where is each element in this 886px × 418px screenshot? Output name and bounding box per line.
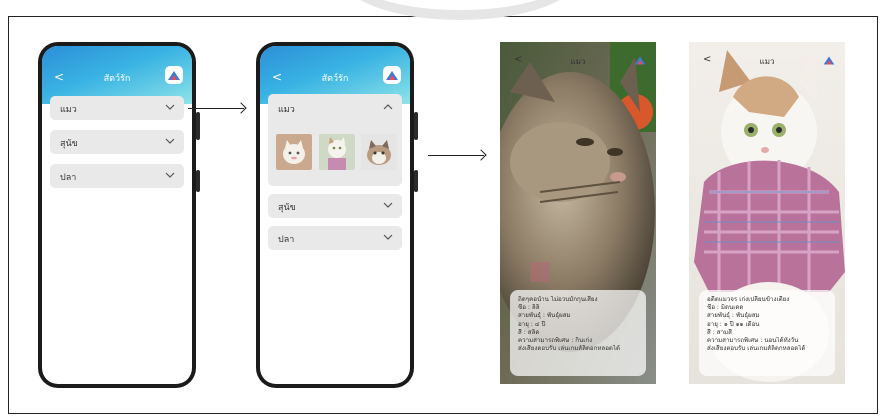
pet-detail-screen-1: < แมว ถิดๆคอนำน ไม่อวบมักกุนเสียง ชื่อ :… bbox=[500, 42, 656, 384]
category-label: แมว bbox=[278, 105, 295, 115]
pet-info-card: ถิดๆคอนำน ไม่อวบมักกุนเสียง ชื่อ : ลิลิ … bbox=[510, 290, 646, 376]
app-logo-icon[interactable] bbox=[821, 52, 837, 68]
phone-side-button bbox=[196, 170, 200, 192]
app-logo-icon[interactable] bbox=[383, 66, 401, 84]
flow-arrow-1 bbox=[188, 108, 244, 109]
chevron-down-icon bbox=[165, 138, 175, 144]
pet-breed: สายพันธุ์ : พันธุ์ผสม bbox=[707, 312, 760, 320]
phone-mockup-2: < สัตว์รัก แมว สุนัข ปลา bbox=[256, 42, 418, 388]
category-item-fish[interactable]: ปลา bbox=[268, 226, 402, 250]
pet-talent: ความสามารถพิเศษ : กินเก่ง bbox=[518, 337, 593, 345]
chevron-up-icon bbox=[383, 104, 393, 110]
cat-thumbnail[interactable] bbox=[319, 134, 355, 170]
cat-thumbnail[interactable] bbox=[276, 134, 312, 170]
category-item-dog[interactable]: สุนัข bbox=[50, 130, 184, 154]
category-list-screen: < สัตว์รัก แมว สุนัข ปลา bbox=[42, 46, 192, 384]
pet-talent: ความสามารถพิเศษ : นอนได้ทั้งวัน bbox=[707, 337, 799, 345]
pet-age: อายุ : ๑ ปี ๑๑ เดือน bbox=[707, 320, 760, 328]
pet-description: ถิดๆคอนำน ไม่อวบมักกุนเสียง bbox=[518, 296, 598, 303]
app-logo-icon[interactable] bbox=[632, 52, 648, 68]
chevron-down-icon bbox=[165, 172, 175, 178]
cat-thumbnail[interactable] bbox=[361, 134, 397, 170]
chevron-down-icon bbox=[383, 202, 393, 208]
category-label: สุนัข bbox=[278, 203, 296, 213]
category-label: สุนัข bbox=[60, 139, 78, 149]
pet-name: ชื่อ : ลิลิ bbox=[518, 304, 540, 312]
pet-age: อายุ : ๔ ปี bbox=[518, 320, 546, 328]
chevron-down-icon bbox=[165, 104, 175, 110]
chevron-down-icon bbox=[383, 234, 393, 240]
app-logo-icon[interactable] bbox=[165, 66, 183, 84]
pet-description: อดีตแมวจร เก่งเปลี่ยนข้างเตียง bbox=[707, 296, 790, 303]
phone-side-button bbox=[196, 112, 200, 140]
category-label: ปลา bbox=[278, 235, 295, 245]
category-item-dog[interactable]: สุนัข bbox=[268, 194, 402, 218]
flow-arrow-2 bbox=[428, 155, 484, 156]
category-item-cat-expanded[interactable]: แมว bbox=[268, 94, 402, 186]
pet-color: สี : สลิด bbox=[518, 328, 540, 336]
phone-side-button bbox=[414, 170, 418, 192]
pet-extra: ส่งเสียงตอบรับ เล่นเกมส์ลิดอกหลอดได้ bbox=[518, 345, 621, 353]
pet-name: ชื่อ : มิ้ดนเดด bbox=[707, 304, 744, 312]
category-label: แมว bbox=[60, 105, 77, 115]
category-label: ปลา bbox=[60, 173, 77, 183]
pet-info-card: อดีตแมวจร เก่งเปลี่ยนข้างเตียง ชื่อ : มิ… bbox=[699, 290, 835, 376]
pet-color: สี : สามสี bbox=[707, 328, 732, 336]
pet-breed: สายพันธุ์ : พันธุ์ผสม bbox=[518, 312, 571, 320]
category-item-cat[interactable]: แมว bbox=[50, 96, 184, 120]
pet-extra: ส่งเสียงตอบรับ เล่นเกมส์ลิดกหลอดได้ bbox=[707, 345, 806, 353]
phone-mockup-1: < สัตว์รัก แมว สุนัข ปลา bbox=[38, 42, 200, 388]
pet-detail-screen-2: < แมว อดีตแมวจร เก่งเปลี่ยนข้างเตียง ชื่… bbox=[689, 42, 845, 384]
category-expanded-screen: < สัตว์รัก แมว สุนัข ปลา bbox=[260, 46, 410, 384]
category-item-fish[interactable]: ปลา bbox=[50, 164, 184, 188]
phone-side-button bbox=[414, 112, 418, 140]
